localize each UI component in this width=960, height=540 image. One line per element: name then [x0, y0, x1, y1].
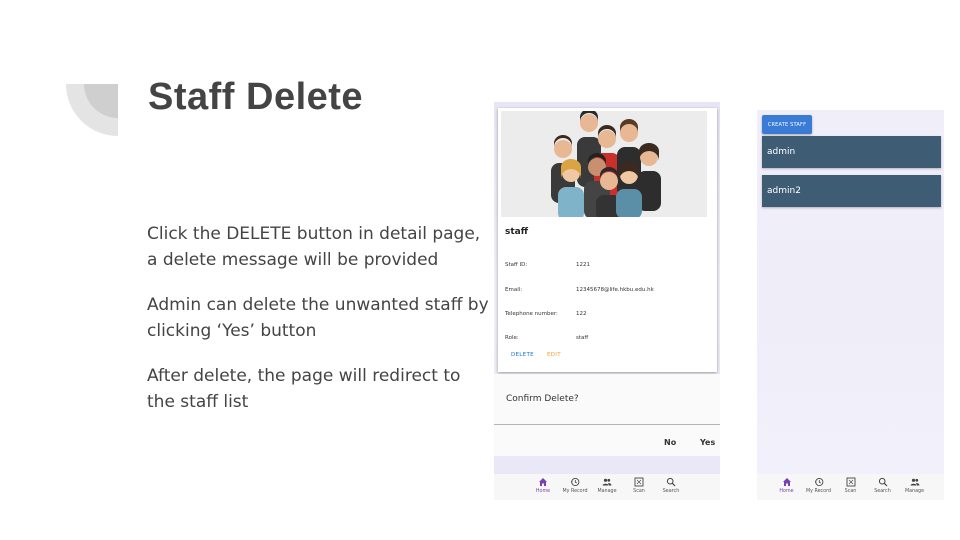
nav-label-my-record: My Record	[562, 489, 588, 494]
staff-list-item[interactable]: admin2	[762, 175, 941, 207]
field-value-staff-id: 1221	[576, 262, 590, 268]
scan-icon	[634, 477, 644, 487]
paragraph-delete-button: Click the DELETE button in detail page, …	[147, 224, 481, 270]
search-icon	[666, 477, 676, 487]
decorative-circle	[66, 84, 118, 136]
nav-label-manage: Manage	[904, 489, 925, 494]
nav-search[interactable]: Search	[655, 474, 687, 500]
nav-label-scan: Scan	[633, 489, 645, 494]
people-icon	[910, 478, 919, 486]
field-value-role: staff	[576, 335, 589, 341]
nav-label-scan: Scan	[844, 489, 857, 494]
staff-list-screenshot: CREATE STAFF admin admin2 Home My Record…	[757, 110, 944, 500]
dialog-message: Confirm Delete?	[506, 394, 579, 404]
staff-group-illustration	[501, 109, 707, 221]
home-icon	[539, 478, 547, 486]
field-label-telephone: Telephone number:	[505, 311, 558, 317]
dialog-yes-button[interactable]: Yes	[700, 438, 715, 447]
nav-home[interactable]: Home	[527, 474, 559, 500]
paragraph-redirect: After delete, the page will redirect to …	[147, 366, 461, 412]
staff-list-item[interactable]: admin	[762, 136, 941, 168]
edit-button[interactable]: EDIT	[547, 352, 561, 358]
nav-label-search: Search	[662, 489, 680, 494]
nav-scan[interactable]: Scan	[835, 474, 867, 500]
delete-button[interactable]: DELETE	[511, 352, 534, 358]
people-illustration	[551, 109, 661, 221]
nav-my-record[interactable]: My Record	[803, 474, 835, 500]
field-value-telephone: 122	[576, 311, 587, 317]
nav-label-search: Search	[874, 489, 891, 494]
home-icon	[782, 478, 791, 486]
search-icon	[878, 477, 887, 487]
staff-detail-card: staff Staff ID: 1221 Email: 12345678@lif…	[498, 108, 717, 372]
nav-my-record[interactable]: My Record	[559, 474, 591, 500]
nav-scan[interactable]: Scan	[623, 474, 655, 500]
dialog-no-button[interactable]: No	[664, 438, 676, 447]
history-icon	[814, 477, 823, 487]
nav-label-manage: Manage	[597, 489, 617, 494]
nav-manage[interactable]: Manage	[591, 474, 623, 500]
bottom-navigation: Home My Record Manage Scan Search	[494, 474, 720, 500]
nav-search[interactable]: Search	[867, 474, 899, 500]
people-icon	[602, 478, 612, 486]
field-label-staff-id: Staff ID:	[505, 262, 528, 268]
field-value-email: 12345678@life.hkbu.edu.hk	[576, 287, 654, 293]
field-label-role: Role:	[505, 335, 519, 341]
staff-name: staff	[505, 227, 529, 237]
nav-label-home: Home	[535, 489, 551, 494]
nav-manage[interactable]: Manage	[899, 474, 931, 500]
field-label-email: Email:	[505, 287, 523, 293]
slide-title: Staff Delete	[148, 76, 364, 118]
nav-label-my-record: My Record	[805, 489, 832, 494]
scan-icon	[846, 477, 855, 487]
nav-home[interactable]: Home	[771, 474, 803, 500]
history-icon	[570, 477, 580, 487]
dialog-divider	[494, 424, 720, 425]
confirm-delete-dialog: Confirm Delete? No Yes	[494, 374, 720, 456]
create-staff-button[interactable]: CREATE STAFF	[762, 115, 812, 134]
nav-label-home: Home	[779, 489, 794, 494]
paragraph-confirm-yes: Admin can delete the unwanted staff by c…	[147, 295, 489, 341]
bottom-navigation: Home My Record Scan Search Manage	[757, 474, 944, 500]
staff-detail-screenshot: staff Staff ID: 1221 Email: 12345678@lif…	[494, 102, 720, 500]
slide-body: Click the DELETE button in detail page, …	[147, 222, 492, 435]
